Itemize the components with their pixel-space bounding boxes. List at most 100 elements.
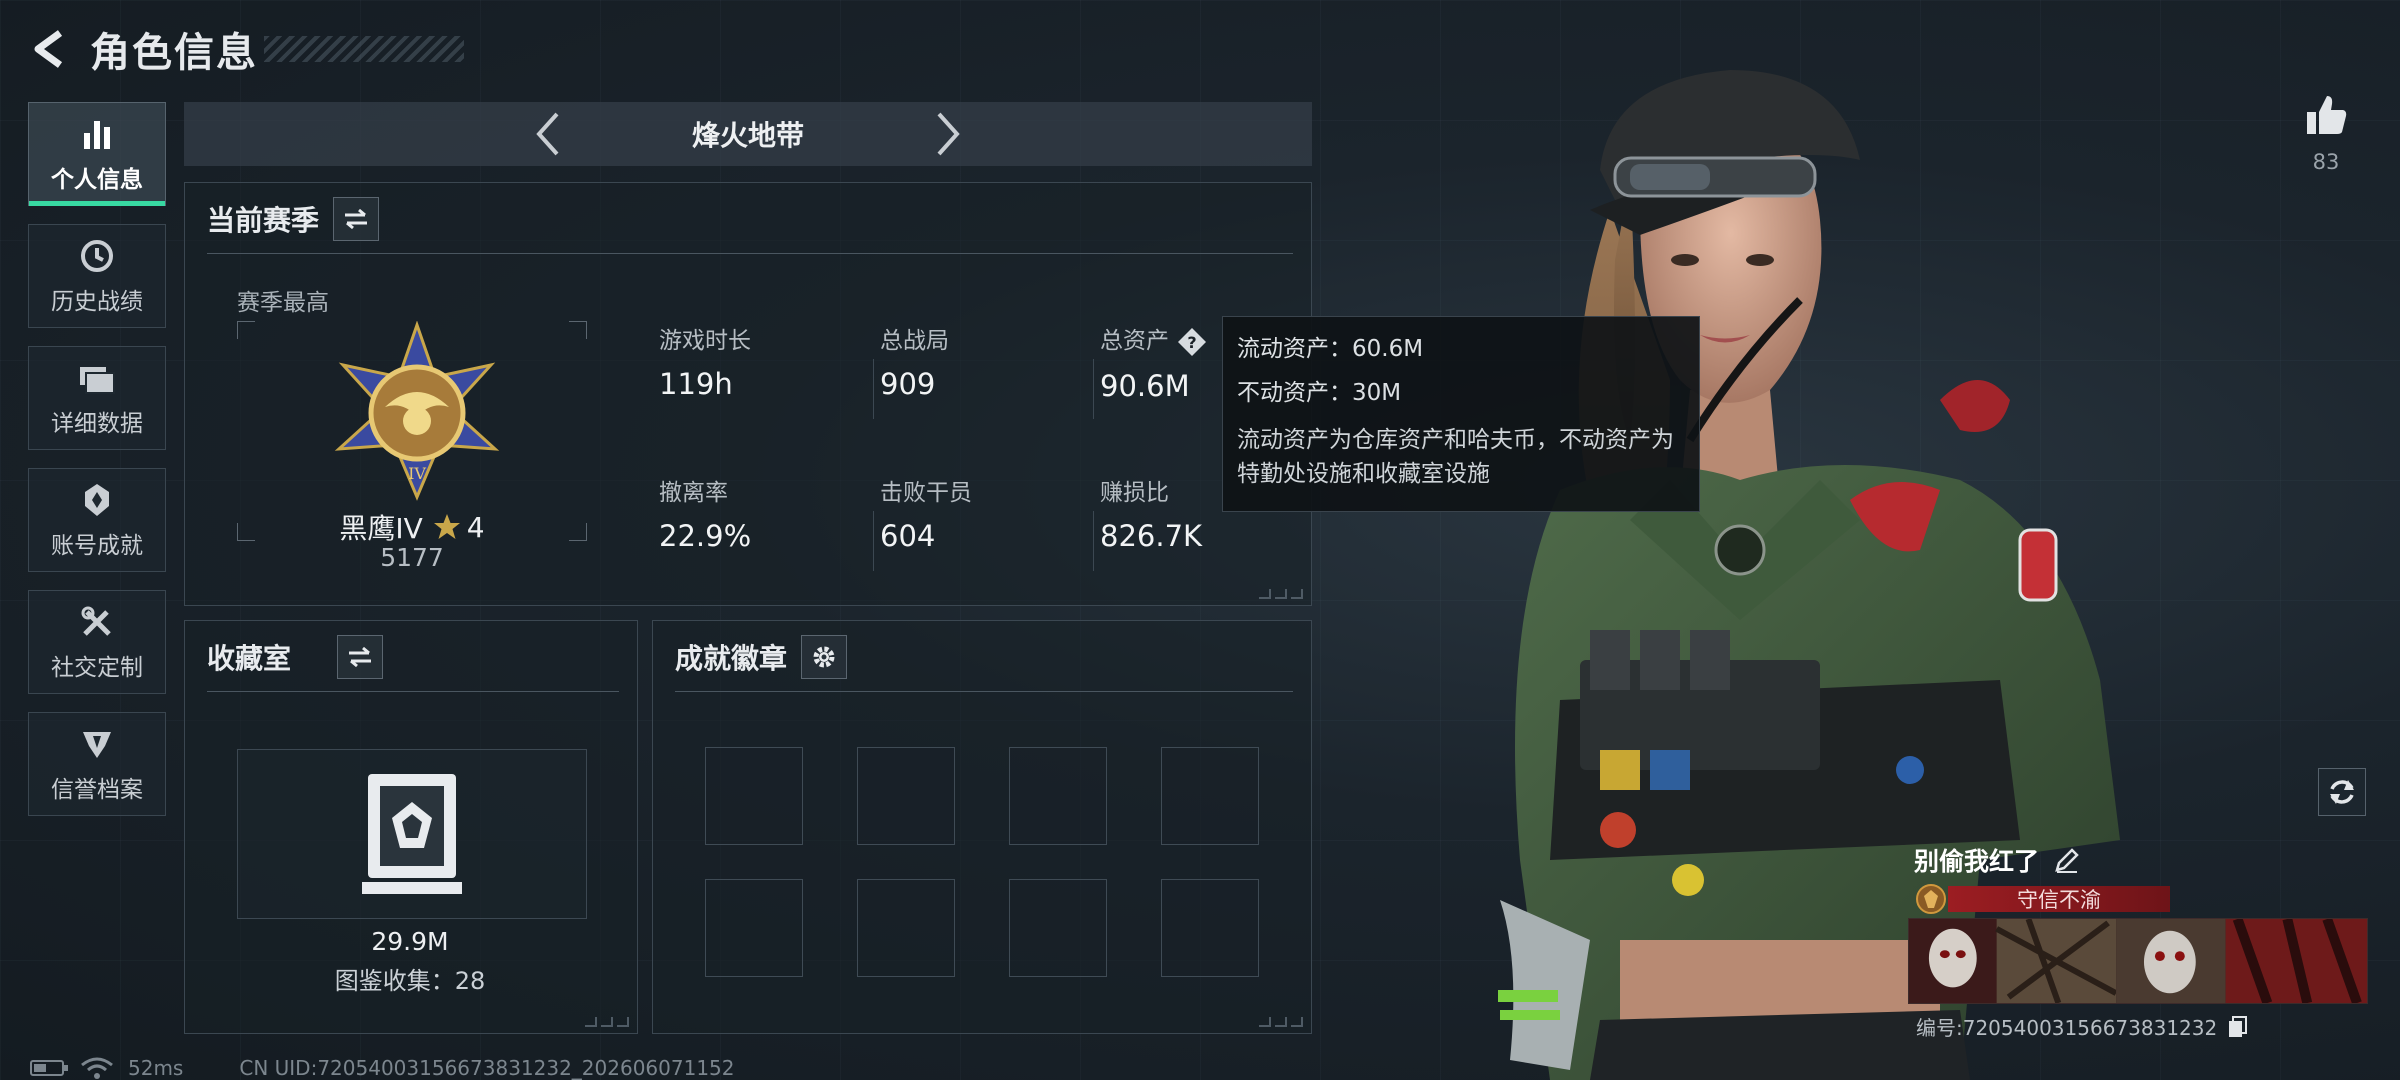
achievement-badges-panel: 成就徽章 <box>652 620 1312 1034</box>
reputation-icon <box>77 724 117 764</box>
collection-room-panel[interactable]: 收藏室 29.9M 图鉴收集：28 <box>184 620 638 1034</box>
status-bar: 52ms CN UID:72054003156673831232_2026060… <box>30 1056 735 1080</box>
copy-icon[interactable] <box>2225 1015 2249 1039</box>
badge-settings-button[interactable] <box>801 635 848 679</box>
uid-text: CN UID:72054003156673831232_202606071152 <box>239 1056 735 1080</box>
badge-slot[interactable] <box>857 747 955 845</box>
badge-slot[interactable] <box>1009 747 1107 845</box>
panel-title: 收藏室 <box>207 642 292 675</box>
history-clock-icon <box>77 236 117 276</box>
collection-count: 图鉴收集：28 <box>334 967 486 995</box>
panel-title: 当前赛季 <box>207 204 320 237</box>
stat-value: 22.9% <box>659 519 752 553</box>
divider <box>873 511 874 571</box>
title-decoration <box>264 36 464 62</box>
rank-score: 5177 <box>380 543 444 572</box>
stat-value: 604 <box>880 519 936 553</box>
stat-label: 赚损比 <box>1100 480 1169 506</box>
mode-selector: 烽火地带 <box>184 102 1312 166</box>
sidebar-item-history[interactable]: 历史战绩 <box>28 224 166 328</box>
player-id-text: 编号:72054003156673831232 <box>1916 1016 2218 1040</box>
badge-slot[interactable] <box>857 879 955 977</box>
rank-emblem-icon: IV <box>334 321 500 501</box>
folder-icon <box>77 358 117 398</box>
stat-value: 90.6M <box>1100 368 1190 403</box>
mode-prev-button[interactable] <box>518 104 578 164</box>
sidebar-item-personal-info[interactable]: 个人信息 <box>28 102 166 206</box>
tooltip-description: 流动资产为仓库资产和哈夫币，不动资产为特勤处设施和收藏室设施 <box>1237 427 1674 487</box>
divider <box>207 253 1293 254</box>
like-count: 83 <box>2312 150 2340 174</box>
rank-name: 黑鹰IV <box>339 512 423 545</box>
divider <box>1093 359 1094 419</box>
honor-label: 守信不渝 <box>1948 886 2170 912</box>
stat-label: 游戏时长 <box>659 328 751 354</box>
ping-value: 52ms <box>128 1056 184 1080</box>
sidebar-item-reputation[interactable]: 信誉档案 <box>28 712 166 816</box>
badge-slot[interactable] <box>1161 747 1259 845</box>
stat-play-time: 游戏时长 119h <box>659 321 751 401</box>
player-name-text: 别偷我红了 <box>1914 847 2040 876</box>
star-icon <box>433 514 460 539</box>
player-banner[interactable] <box>1908 918 2368 1004</box>
mode-next-button[interactable] <box>918 104 978 164</box>
sidebar-item-social-custom[interactable]: 社交定制 <box>28 590 166 694</box>
svg-text:?: ? <box>1187 333 1196 352</box>
stat-label: 撤离率 <box>659 480 728 506</box>
player-id: 编号:72054003156673831232 <box>1916 1012 2249 1041</box>
stat-label: 击败干员 <box>880 480 972 506</box>
refresh-button[interactable] <box>2318 768 2366 816</box>
wifi-icon <box>81 1057 113 1079</box>
panel-header: 当前赛季 <box>207 197 380 241</box>
stat-profit-ratio: 赚损比 826.7K <box>1100 473 1202 553</box>
corner-decoration <box>1259 589 1303 599</box>
sidebar-item-detailed-data[interactable]: 详细数据 <box>28 346 166 450</box>
switch-season-button[interactable] <box>333 197 380 241</box>
battery-icon <box>30 1060 68 1076</box>
stat-operators-defeated: 击败干员 604 <box>880 473 972 553</box>
tools-icon <box>77 602 117 642</box>
gear-icon <box>813 646 835 668</box>
stat-label-text: 总资产 <box>1100 328 1169 354</box>
like-button[interactable]: 83 <box>2296 92 2356 174</box>
sidebar-item-label: 社交定制 <box>51 655 143 681</box>
chevron-right-icon <box>937 112 960 156</box>
panel-title: 成就徽章 <box>675 642 788 675</box>
help-icon[interactable]: ? <box>1177 327 1207 357</box>
badge-slot[interactable] <box>1161 879 1259 977</box>
divider <box>1093 511 1094 571</box>
back-arrow-icon <box>34 30 63 68</box>
rank-frame: IV 黑鹰IV 4 5177 <box>237 321 587 572</box>
honor-title: 守信不渝 <box>1914 882 2170 916</box>
swap-icon <box>345 208 368 230</box>
back-button[interactable] <box>26 27 70 71</box>
switch-collection-button[interactable] <box>337 635 384 679</box>
thumbs-up-icon <box>2307 96 2347 134</box>
corner-decoration <box>1259 1017 1303 1027</box>
panel-header: 收藏室 <box>207 635 384 679</box>
sidebar-item-label: 账号成就 <box>51 533 143 559</box>
refresh-icon <box>2330 780 2354 804</box>
stat-label: 总战局 <box>880 328 949 354</box>
current-season-panel: 当前赛季 赛季最高 IV 黑鹰IV 4 5177 游戏时长 119h 总战局 9… <box>184 182 1312 606</box>
achievement-icon <box>77 480 117 520</box>
collection-value: 29.9M <box>371 927 449 956</box>
badge-slot[interactable] <box>705 879 803 977</box>
sidebar-item-label: 信誉档案 <box>51 777 143 803</box>
badge-grid <box>705 747 1259 977</box>
divider <box>207 691 619 692</box>
swap-icon <box>349 646 372 668</box>
tooltip-liquid-assets: 流动资产：60.6M <box>1237 336 1424 362</box>
sidebar-nav: 个人信息 历史战绩 详细数据 账号成就 社交定制 信誉档案 <box>28 102 166 834</box>
page-title: 角色信息 <box>90 30 258 76</box>
sidebar-item-achievements[interactable]: 账号成就 <box>28 468 166 572</box>
badge-slot[interactable] <box>705 747 803 845</box>
stat-total-matches: 总战局 909 <box>880 321 949 401</box>
badge-slot[interactable] <box>1009 879 1107 977</box>
chevron-left-icon <box>536 112 559 156</box>
mode-name: 烽火地带 <box>691 119 804 152</box>
stat-value: 826.7K <box>1100 519 1203 553</box>
edit-pencil-icon[interactable] <box>2053 846 2081 874</box>
sidebar-item-label: 详细数据 <box>51 411 143 437</box>
assets-tooltip: 流动资产：60.6M 不动资产：30M 流动资产为仓库资产和哈夫币，不动资产为特… <box>1222 316 1700 512</box>
